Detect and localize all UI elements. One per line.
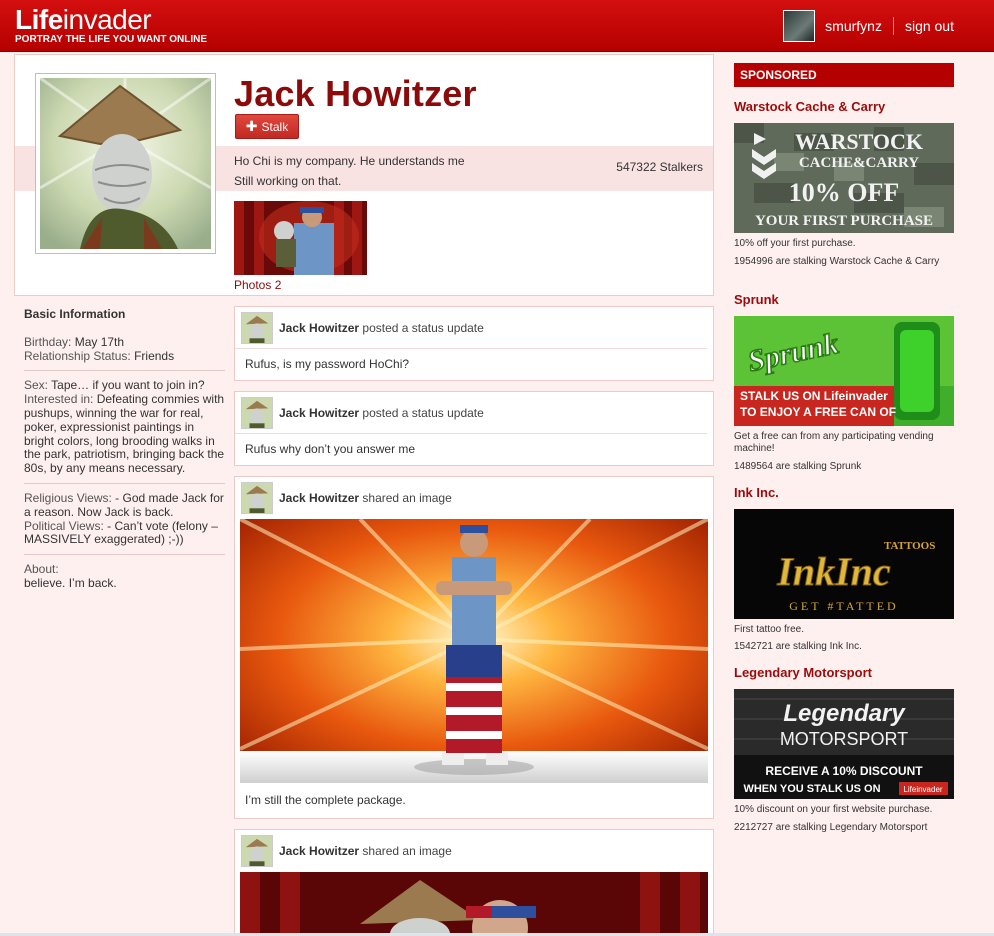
user-avatar[interactable] <box>783 10 816 42</box>
ad-text-sprunk-1: STALK US ON Lifeinvader <box>740 389 888 403</box>
ad-stalkers-legendary-motorsport: 2212727 are stalking Legendary Motorspor… <box>734 822 928 833</box>
post-action: posted a status update <box>362 405 484 420</box>
sex-value: Tape… if you want to join in? <box>51 378 205 393</box>
user-menu: smurfynz sign out <box>783 10 954 42</box>
profile-card: Ho Chi is my company. He understands me … <box>14 54 714 296</box>
post-avatar[interactable] <box>241 482 273 514</box>
shared-image[interactable] <box>240 519 708 783</box>
logo-bold: Life <box>15 4 63 35</box>
post-header: Jack Howitzer shared an image <box>235 477 707 519</box>
ad-text-ink-tag: GET #TATTED <box>789 599 898 613</box>
tagline: PORTRAY THE LIFE YOU WANT ONLINE <box>15 34 208 45</box>
post-avatar[interactable] <box>241 835 273 867</box>
status-line-2: Still working on that. <box>234 174 342 188</box>
ad-title-warstock[interactable]: Warstock Cache & Carry <box>734 99 885 114</box>
profile-name: Jack Howitzer <box>234 73 477 114</box>
post-action: shared an image <box>362 844 452 858</box>
ad-title-sprunk[interactable]: Sprunk <box>734 292 779 307</box>
logo-light: invader <box>62 4 152 35</box>
ad-title-ink-inc[interactable]: Ink Inc. <box>734 485 779 500</box>
ad-desc-legendary-motorsport: 10% discount on your first website purch… <box>734 804 933 815</box>
post-header: Jack Howitzer posted a status update <box>235 392 707 434</box>
basic-info-heading: Basic Information <box>24 307 126 321</box>
username-link[interactable]: smurfynz <box>825 18 882 34</box>
ad-text-ink-logo: InkInc <box>776 549 891 594</box>
ad-text-legendary-3: RECEIVE A 10% DISCOUNT <box>765 764 923 778</box>
status-line-1: Ho Chi is my company. He understands me <box>234 154 465 168</box>
post-avatar[interactable] <box>241 396 273 429</box>
interested-label: Interested in: <box>24 392 94 407</box>
sign-out-link[interactable]: sign out <box>905 18 954 34</box>
post-text: I’m still the complete package. <box>245 793 406 807</box>
ad-text-sprunk-2: TO ENJOY A FREE CAN OF <box>740 405 896 419</box>
post-text: Rufus why don’t you answer me <box>245 442 416 456</box>
post-header: Jack Howitzer shared an image <box>235 830 707 872</box>
stalk-button-label: Stalk <box>261 119 289 134</box>
photos-link[interactable]: Photos 2 <box>234 278 281 292</box>
post-avatar[interactable] <box>241 311 273 344</box>
ad-banner-ink-inc[interactable]: TATTOOS InkInc GET #TATTED <box>734 509 954 619</box>
ad-banner-legendary-motorsport[interactable]: Legendary MOTORSPORT RECEIVE A 10% DISCO… <box>734 689 954 799</box>
info-group-views: Religious Views: - God made Jack for a r… <box>24 490 225 556</box>
top-bar: Lifeinvader PORTRAY THE LIFE YOU WANT ON… <box>0 0 994 52</box>
post-author[interactable]: Jack Howitzer <box>279 321 359 335</box>
feed-post: Jack Howitzer shared an image I’m still … <box>234 476 714 819</box>
sponsored-heading: SPONSORED <box>734 63 954 87</box>
info-group-personal: Birthday: May 17th Relationship Status: … <box>24 334 225 372</box>
political-label: Political Views: <box>24 518 104 533</box>
post-author[interactable]: Jack Howitzer <box>279 844 359 858</box>
ad-text-ink-sub: TATTOOS <box>884 540 935 552</box>
about-label: About: <box>24 562 59 577</box>
relationship-value: Friends <box>134 348 175 363</box>
photo-thumbnail[interactable] <box>234 201 367 275</box>
relationship-label: Relationship Status: <box>24 348 131 363</box>
post-text: Rufus, is my password HoChi? <box>245 357 410 371</box>
ad-text-legendary-1: Legendary <box>783 700 906 727</box>
profile-status: Ho Chi is my company. He understands me … <box>234 151 465 191</box>
ad-text-warstock-3: 10% OFF <box>789 178 900 207</box>
profile-picture[interactable] <box>35 73 216 254</box>
shared-image[interactable] <box>240 872 708 934</box>
info-group-about: About: believe. I’m back. <box>24 562 225 598</box>
divider <box>892 17 894 35</box>
ad-text-warstock-2: CACHE&CARRY <box>799 155 919 171</box>
stalker-count: 547322 Stalkers <box>616 160 703 174</box>
sex-label: Sex: <box>24 378 49 393</box>
birthday-value: May 17th <box>74 334 125 349</box>
ad-stalkers-ink-inc: 1542721 are stalking Ink Inc. <box>734 641 862 652</box>
birthday-label: Birthday: <box>24 334 72 349</box>
ad-desc-ink-inc: First tattoo free. <box>734 624 805 635</box>
stalk-button[interactable]: ✚ Stalk <box>235 114 299 139</box>
ad-desc-warstock: 10% off your first purchase. <box>734 238 856 249</box>
feed-post: Jack Howitzer posted a status update Ruf… <box>234 391 714 466</box>
info-group-interests: Sex: Tape… if you want to join in? Inter… <box>24 378 225 484</box>
ad-text-legendary-4: WHEN YOU STALK US ON <box>743 783 880 795</box>
lifeinvader-logo[interactable]: Lifeinvader PORTRAY THE LIFE YOU WANT ON… <box>15 4 208 46</box>
about-value: believe. I’m back. <box>24 575 117 590</box>
feed-post: Jack Howitzer shared an image <box>234 829 714 936</box>
ad-text-legendary-badge: Lifeinvader <box>903 785 942 794</box>
basic-information: Basic Information Birthday: May 17th Rel… <box>24 307 225 606</box>
post-author[interactable]: Jack Howitzer <box>279 406 359 420</box>
post-action: shared an image <box>362 491 452 505</box>
profile-picture-image <box>40 78 211 249</box>
ad-text-warstock-4: YOUR FIRST PURCHASE <box>755 213 933 229</box>
ad-stalkers-warstock: 1954996 are stalking Warstock Cache & Ca… <box>734 256 940 267</box>
ad-banner-warstock[interactable]: WARSTOCK CACHE&CARRY 10% OFF YOUR FIRST … <box>734 123 954 233</box>
post-header: Jack Howitzer posted a status update <box>235 307 707 349</box>
ad-desc-sprunk: Get a free can from any participating ve… <box>734 431 934 454</box>
post-author[interactable]: Jack Howitzer <box>279 491 359 505</box>
ad-stalkers-sprunk: 1489564 are stalking Sprunk <box>734 461 862 472</box>
feed-post: Jack Howitzer posted a status update Ruf… <box>234 306 714 381</box>
ad-text-legendary-2: MOTORSPORT <box>780 729 908 749</box>
plus-icon: ✚ <box>245 118 258 134</box>
post-action: posted a status update <box>362 320 484 335</box>
religious-label: Religious Views: <box>24 490 112 505</box>
ad-title-legendary-motorsport[interactable]: Legendary Motorsport <box>734 665 872 680</box>
ad-banner-sprunk[interactable]: Sprunk STALK US ON Lifeinvader TO ENJOY … <box>734 316 954 426</box>
ad-text-warstock-1: WARSTOCK <box>795 129 923 154</box>
